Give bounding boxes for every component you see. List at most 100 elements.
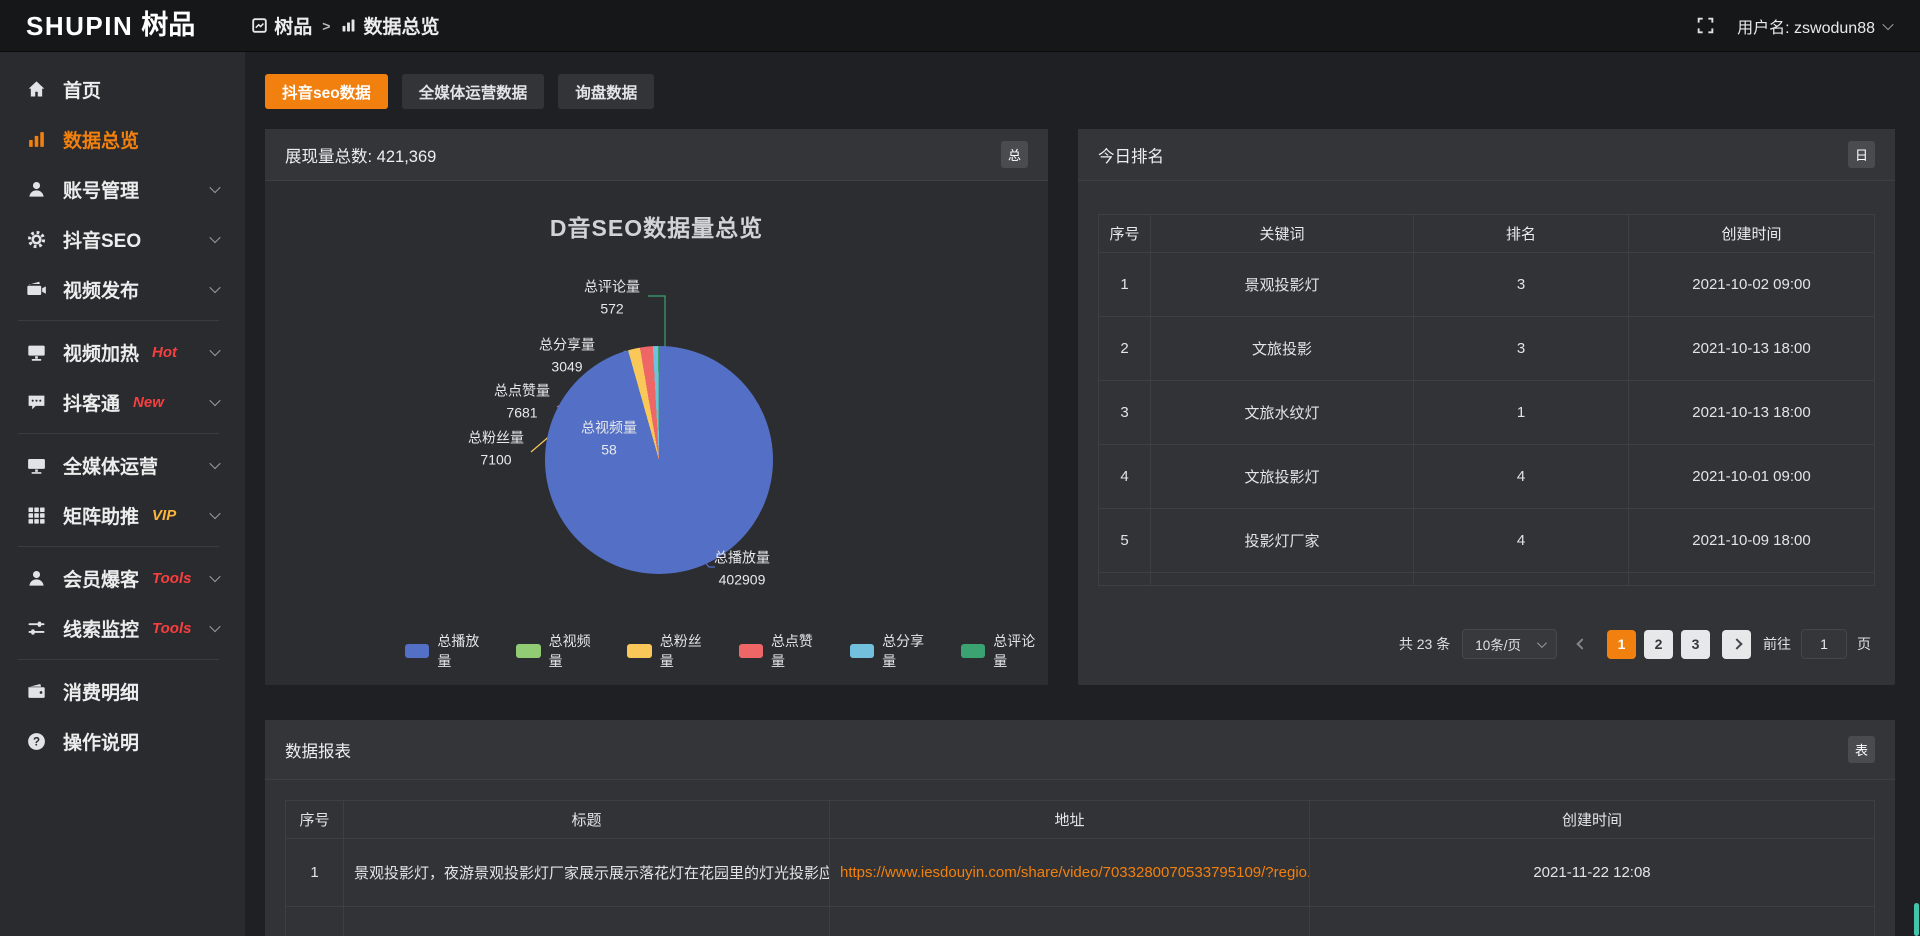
sidebar-item-label: 视频加热 (63, 339, 139, 366)
table-cell-partial (830, 907, 1310, 936)
tab-item[interactable]: 询盘数据 (558, 74, 654, 109)
total-view-button[interactable]: 总 (1001, 141, 1028, 168)
user-menu[interactable]: 用户名: zswodun88 (1737, 14, 1892, 38)
breadcrumb-label: 树品 (274, 12, 312, 39)
table-view-button[interactable]: 表 (1848, 736, 1875, 763)
chart-title: D音SEO数据量总览 (265, 209, 1048, 243)
sidebar-item[interactable]: 矩阵助推VIP (0, 490, 245, 540)
goto-page-input[interactable] (1801, 629, 1847, 659)
prev-page-button[interactable] (1569, 629, 1595, 659)
divider (18, 320, 219, 321)
table-cell: 5 (1099, 509, 1151, 573)
table-cell: 2021-10-02 09:00 (1629, 253, 1874, 317)
table-cell-partial (286, 907, 344, 936)
breadcrumb-item[interactable]: 树品 (251, 12, 312, 39)
pie-label: 总分享量3049 (539, 334, 595, 377)
table-cell: 2021-10-09 18:00 (1629, 509, 1874, 573)
chevron-down-icon (209, 571, 220, 582)
column-header: 地址 (830, 801, 1310, 839)
tab-active[interactable]: 抖音seo数据 (265, 74, 388, 109)
report-panel-header: 数据报表 表 (265, 720, 1895, 780)
sidebar-item-label: 抖客通 (63, 389, 120, 416)
legend-item[interactable]: 总视频量 (516, 631, 603, 671)
scrollbar-thumb[interactable] (1914, 903, 1919, 936)
report-link[interactable]: https://www.iesdouyin.com/share/video/70… (840, 864, 1310, 881)
legend-label: 总视频量 (549, 631, 604, 671)
page-button[interactable]: 3 (1681, 630, 1710, 659)
table-cell-partial (1310, 907, 1874, 936)
chevron-down-icon (209, 395, 220, 406)
grid-icon (26, 505, 47, 526)
sidebar-item-label: 消费明细 (63, 678, 139, 705)
legend-item[interactable]: 总播放量 (405, 631, 492, 671)
pie-label-value: 402909 (714, 569, 770, 591)
pie-label-name: 总评论量 (584, 276, 640, 298)
user-icon (26, 179, 47, 200)
page-buttons: 123 (1607, 630, 1710, 659)
sidebar-item[interactable]: 消费明细 (0, 666, 245, 716)
sidebar-item[interactable]: 抖客通 New (0, 377, 245, 427)
tab-item[interactable]: 全媒体运营数据 (402, 74, 545, 109)
sidebar-item[interactable]: 数据总览 (0, 114, 245, 164)
pie-label: 总点赞量7681 (494, 380, 550, 423)
goto-page: 前往 页 (1763, 629, 1871, 659)
sidebar-item-label: 数据总览 (63, 126, 139, 153)
breadcrumb-label: 数据总览 (363, 12, 439, 39)
legend-item[interactable]: 总粉丝量 (627, 631, 714, 671)
sidebar-item-label: 矩阵助推 (63, 502, 139, 529)
page-size-select[interactable]: 10条/页 (1462, 629, 1557, 659)
user-name-label: 用户名: zswodun88 (1737, 14, 1875, 38)
sidebar-item[interactable]: 抖音SEO (0, 214, 245, 264)
report-table: 序号标题地址创建时间1景观投影灯，夜游景观投影灯厂家展示展示落花灯在花园里的灯光… (285, 800, 1875, 936)
legend-label: 总粉丝量 (660, 631, 715, 671)
fullscreen-icon[interactable] (1696, 16, 1715, 35)
pie-chart[interactable] (545, 346, 773, 574)
page-button[interactable]: 2 (1644, 630, 1673, 659)
pie-label-name: 总视频量 (581, 417, 637, 439)
logo-text-cn: 树品 (141, 12, 195, 39)
table-cell: 4 (1414, 445, 1629, 509)
pie-label-name: 总分享量 (539, 334, 595, 356)
table-cell: 2021-10-01 09:00 (1629, 445, 1874, 509)
sliders-icon (26, 618, 47, 639)
page-size-label: 10条/页 (1475, 634, 1521, 654)
ranking-panel-header: 今日排名 日 (1078, 129, 1895, 181)
sidebar-item[interactable]: 账号管理 (0, 164, 245, 214)
sidebar-item-label: 操作说明 (63, 728, 139, 755)
chat-icon (26, 392, 47, 413)
sidebar-item[interactable]: 全媒体运营 (0, 440, 245, 490)
legend-item[interactable]: 总分享量 (850, 631, 937, 671)
sidebar-item-tag: Hot (152, 344, 177, 361)
chevron-down-icon (209, 621, 220, 632)
pie-label-name: 总粉丝量 (468, 427, 524, 449)
table-cell: 2021-10-13 18:00 (1629, 381, 1874, 445)
page-button[interactable]: 1 (1607, 630, 1636, 659)
sidebar-item-tag: Tools (152, 570, 191, 587)
legend-item[interactable]: 总点赞量 (739, 631, 826, 671)
sidebar-item[interactable]: ?操作说明 (0, 716, 245, 766)
sidebar-item-tag: New (133, 394, 164, 411)
legend-label: 总评论量 (993, 631, 1048, 671)
sidebar-item[interactable]: 首页 (0, 64, 245, 114)
sidebar-item[interactable]: 视频加热 Hot (0, 327, 245, 377)
app-logo[interactable]: SHUPIN 树品 (26, 12, 195, 39)
table-cell-partial (1099, 573, 1151, 585)
breadcrumb-item[interactable]: 数据总览 (340, 12, 439, 39)
sidebar-item[interactable]: 线索监控Tools (0, 603, 245, 653)
pagination-total: 共 23 条 (1399, 634, 1450, 654)
column-header: 创建时间 (1310, 801, 1874, 839)
sidebar-item[interactable]: 会员爆客Tools (0, 553, 245, 603)
seo-chart-panel: 展现量总数: 421,369 总 D音SEO数据量总览 总播放量402909总视… (265, 129, 1048, 685)
today-ranking-panel: 今日排名 日 序号关键词排名创建时间1景观投影灯32021-10-02 09:0… (1078, 129, 1895, 685)
day-view-button[interactable]: 日 (1848, 141, 1875, 168)
bar-chart-icon (26, 129, 47, 150)
sidebar-item[interactable]: 视频发布 (0, 264, 245, 314)
next-page-button[interactable] (1722, 630, 1751, 659)
header-right: 用户名: zswodun88 (1696, 14, 1892, 38)
member-icon (26, 568, 47, 589)
chevron-down-icon (209, 508, 220, 519)
legend-item[interactable]: 总评论量 (961, 631, 1048, 671)
sidebar-item-tag: Tools (152, 620, 191, 637)
table-cell: 4 (1099, 445, 1151, 509)
chevron-down-icon (209, 182, 220, 193)
